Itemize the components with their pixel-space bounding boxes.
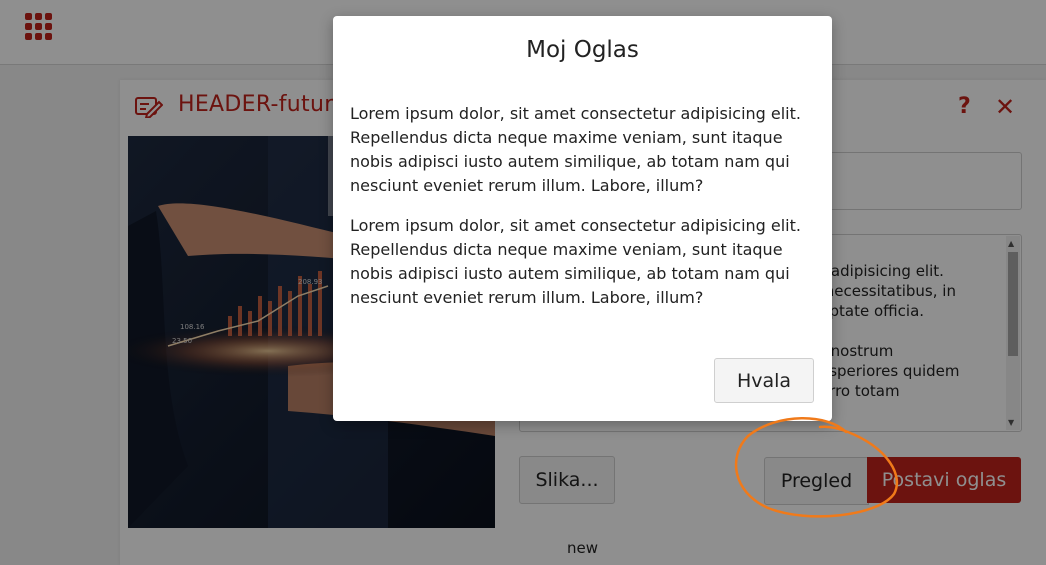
annotation-circle — [734, 417, 899, 518]
modal-paragraph: Lorem ipsum dolor, sit amet consectetur … — [350, 216, 801, 307]
thanks-button[interactable]: Hvala — [714, 358, 814, 403]
modal-title: Moj Oglas — [526, 37, 639, 63]
modal-paragraph: Lorem ipsum dolor, sit amet consectetur … — [350, 104, 801, 195]
preview-modal: Moj Oglas Lorem ipsum dolor, sit amet co… — [333, 16, 832, 421]
